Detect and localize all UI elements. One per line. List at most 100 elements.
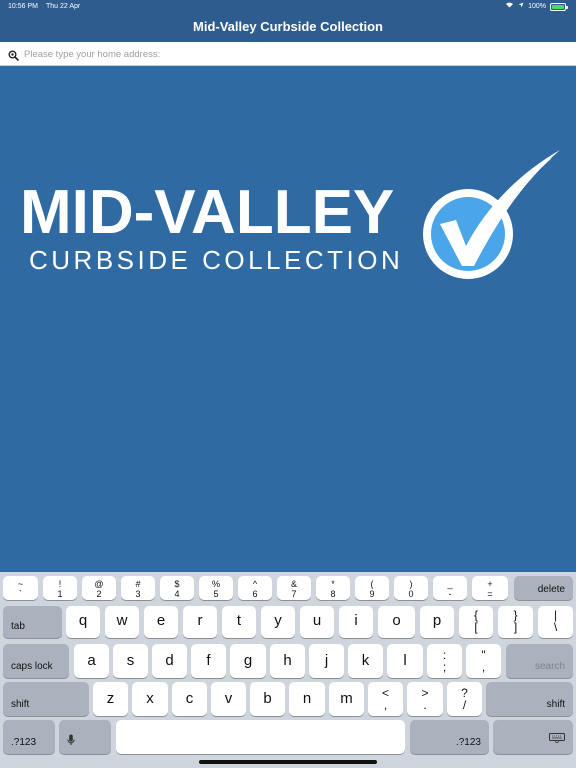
numbers-left-key[interactable]: .?123 [3, 720, 55, 754]
key-f[interactable]: f [191, 644, 226, 678]
key-t[interactable]: t [222, 606, 256, 638]
key-top-label: ^ [252, 579, 258, 589]
key-colon[interactable]: :; [427, 644, 462, 678]
key-o[interactable]: o [378, 606, 415, 638]
key-label: o [392, 612, 401, 629]
key-bottom-label: 0 [408, 589, 414, 599]
key-4[interactable]: $4 [160, 576, 194, 600]
key-bottom-label: , [383, 698, 388, 712]
battery-icon [550, 3, 568, 11]
key-s[interactable]: s [113, 644, 148, 678]
key-bottom-label: \ [553, 620, 558, 634]
key-j[interactable]: j [309, 644, 344, 678]
key-bottom-label: 9 [369, 589, 375, 599]
key-1[interactable]: ! 1 [43, 576, 77, 600]
key-label: w [116, 612, 128, 629]
key-bottom-label: 3 [135, 589, 141, 599]
key-label: a [87, 652, 96, 669]
key-bottom-label: 6 [252, 589, 258, 599]
page-title: Mid-Valley Curbside Collection [0, 14, 576, 42]
key-bottom-label: 5 [213, 589, 219, 599]
key-top-label: % [211, 579, 220, 589]
key-label: z [106, 690, 115, 707]
key-x[interactable]: x [132, 682, 168, 716]
key-label: q [78, 612, 88, 629]
checkmark-icon [423, 150, 560, 279]
key-label: s [126, 652, 135, 669]
key-d[interactable]: d [152, 644, 187, 678]
key-e[interactable]: e [144, 606, 178, 638]
key-0[interactable]: ) 0 [394, 576, 428, 600]
key-question[interactable]: ? / [447, 682, 482, 716]
key-left-brace[interactable]: {[ [459, 606, 493, 638]
key-q[interactable]: q [66, 606, 100, 638]
key-m[interactable]: m [329, 682, 364, 716]
key-top-label: @ [94, 579, 104, 589]
status-time: 10:56 PM [8, 3, 38, 10]
key-bottom-label: 2 [96, 589, 102, 599]
key-w[interactable]: w [105, 606, 139, 638]
shift-left-key[interactable]: shift [3, 682, 89, 716]
search-key-label: search [534, 661, 565, 672]
key-a[interactable]: a [74, 644, 109, 678]
key-equals[interactable]: + = [472, 576, 508, 600]
shift-right-label: shift [546, 699, 565, 710]
key-label: f [206, 652, 211, 669]
key-r[interactable]: r [183, 606, 217, 638]
home-indicator[interactable] [199, 760, 377, 764]
space-bar[interactable] [116, 720, 405, 754]
key-bottom-label: 4 [174, 589, 180, 599]
search-bar[interactable] [0, 42, 576, 66]
key-bottom-label: 7 [291, 589, 297, 599]
tab-key-label: tab [11, 621, 25, 632]
key-5[interactable]: % 5 [199, 576, 233, 600]
numbers-right-label: .?123 [455, 737, 481, 748]
key-l[interactable]: l [387, 644, 423, 678]
key-h[interactable]: h [270, 644, 305, 678]
key-label: y [274, 612, 282, 629]
key-label: u [312, 612, 322, 629]
key-9[interactable]: (9 [355, 576, 389, 600]
key-right-brace[interactable]: }] [498, 606, 533, 638]
key-g[interactable]: g [230, 644, 266, 678]
key-z[interactable]: z [93, 682, 128, 716]
logo-subtitle: CURBSIDE COLLECTION [29, 245, 404, 275]
hide-keyboard-key[interactable] [493, 720, 573, 754]
key-3[interactable]: #3 [121, 576, 155, 600]
key-c[interactable]: c [172, 682, 207, 716]
key-p[interactable]: p [420, 606, 454, 638]
key-quote[interactable]: ", [466, 644, 501, 678]
key-label: k [361, 652, 370, 669]
key-minus[interactable]: _ - [433, 576, 467, 600]
key-8[interactable]: * 8 [316, 576, 350, 600]
key-bottom-label: 8 [330, 589, 336, 599]
search-input[interactable] [22, 42, 566, 66]
search-key[interactable]: search [506, 644, 573, 678]
key-y[interactable]: y [261, 606, 295, 638]
shift-right-key[interactable]: shift [486, 682, 573, 716]
key-2[interactable]: @2 [82, 576, 116, 600]
key-label: d [165, 652, 174, 669]
key-less-than[interactable]: <, [368, 682, 403, 716]
key-tilde[interactable]: ~ ` [3, 576, 38, 600]
key-k[interactable]: k [348, 644, 383, 678]
delete-key[interactable]: delete [514, 576, 573, 600]
key-6[interactable]: ^ 6 [238, 576, 272, 600]
key-pipe[interactable]: | \ [538, 606, 573, 638]
key-label: m [340, 690, 353, 707]
key-bottom-label: / [462, 698, 467, 712]
key-top-label: $ [174, 579, 180, 589]
numbers-right-key[interactable]: .?123 [410, 720, 489, 754]
tab-key[interactable]: tab [3, 606, 62, 638]
on-screen-keyboard: ~ ` ! 1 @2 #3 $4 % 5 ^ 6 & 7 * 8 (9 ) 0 _ - + = d… [0, 572, 576, 768]
key-v[interactable]: v [211, 682, 246, 716]
caps-lock-key[interactable]: caps lock [3, 644, 69, 678]
key-bottom-label: ] [513, 620, 518, 634]
key-b[interactable]: b [250, 682, 285, 716]
key-u[interactable]: u [300, 606, 334, 638]
key-7[interactable]: & 7 [277, 576, 311, 600]
key-i[interactable]: i [339, 606, 373, 638]
key-greater-than[interactable]: >. [407, 682, 443, 716]
key-n[interactable]: n [289, 682, 325, 716]
dictation-key[interactable] [59, 720, 111, 754]
